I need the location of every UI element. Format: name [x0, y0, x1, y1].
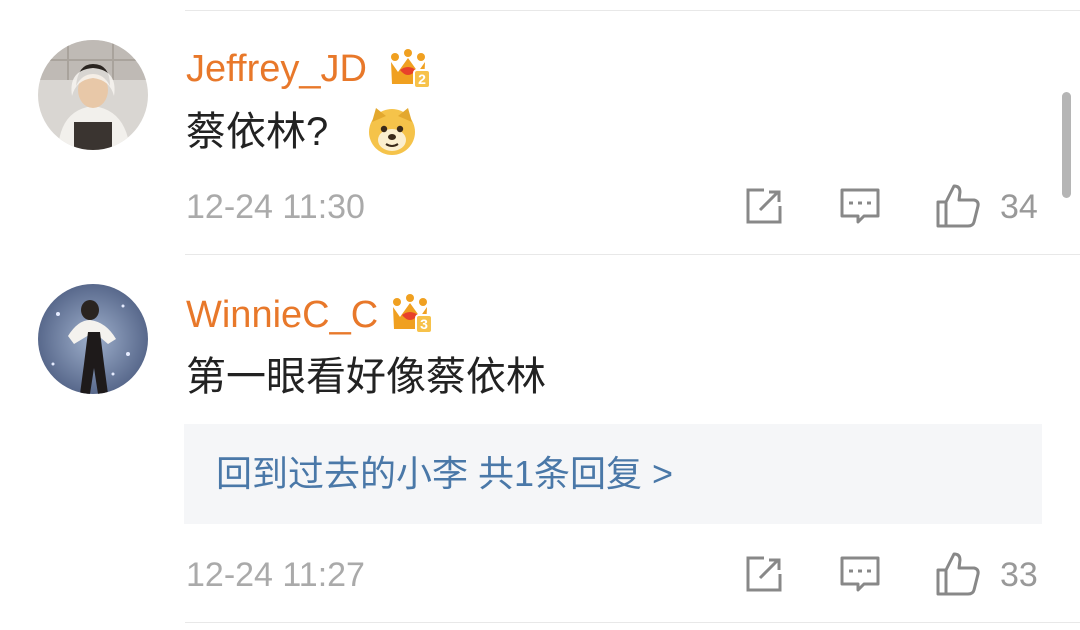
username[interactable]: WinnieC_C [186, 296, 378, 334]
thumbs-up-icon[interactable] [934, 182, 982, 230]
scrollbar[interactable] [1062, 92, 1071, 198]
reply-summary-box[interactable]: 回到过去的小李 共1条回复 > [184, 424, 1042, 524]
comment-item: Jeffrey_JD 2 蔡依林? 12-24 11:30 34 [0, 0, 1080, 255]
thumbs-up-icon[interactable] [934, 550, 982, 598]
username[interactable]: Jeffrey_JD [186, 50, 367, 88]
user-avatar[interactable] [38, 284, 148, 394]
badge-level: 3 [420, 316, 428, 332]
doge-emoji-icon [366, 104, 418, 156]
user-avatar[interactable] [38, 40, 148, 150]
repost-icon[interactable] [742, 552, 786, 596]
comment-icon[interactable] [838, 184, 882, 228]
comment-text: 第一眼看好像蔡依林 [186, 355, 546, 399]
like-count: 33 [1000, 556, 1038, 594]
repost-icon[interactable] [742, 184, 786, 228]
comment-item: WinnieC_C 3 第一眼看好像蔡依林 回到过去的小李 共1条回复 > 12… [0, 255, 1080, 630]
bottom-divider [185, 622, 1080, 623]
like-count: 34 [1000, 188, 1038, 226]
timestamp: 12-24 11:30 [186, 188, 365, 226]
crown-badge-icon: 2 [388, 48, 432, 92]
comment-icon[interactable] [838, 552, 882, 596]
comment-text: 蔡依林? [186, 110, 329, 154]
crown-badge-icon: 3 [390, 293, 434, 337]
timestamp: 12-24 11:27 [186, 556, 365, 594]
reply-summary-link[interactable]: 回到过去的小李 共1条回复 > [216, 456, 673, 492]
badge-level: 2 [418, 71, 426, 87]
